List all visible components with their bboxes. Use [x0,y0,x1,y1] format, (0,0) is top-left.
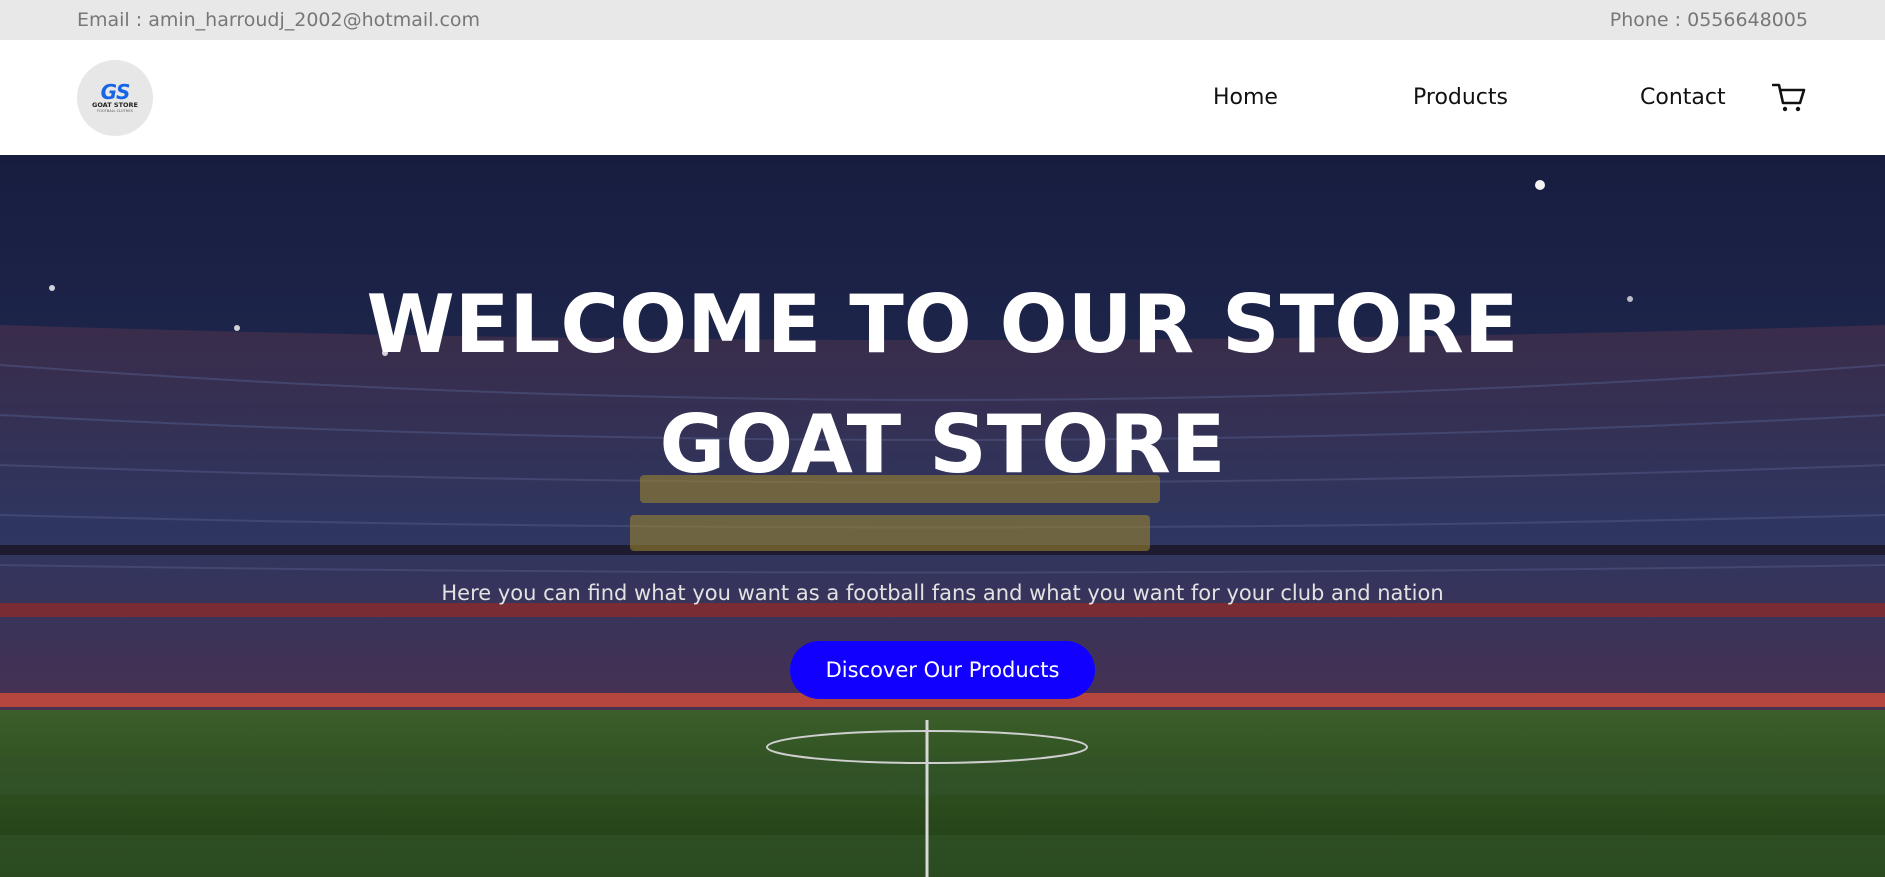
logo-mark: GS [100,79,131,104]
stadium-background [0,155,1885,877]
store-logo[interactable]: GS GOAT STORE FOOTBALL CLOTHES [77,59,153,136]
contact-email: Email : amin_harroudj_2002@hotmail.com [77,9,481,31]
hero-subtitle: Here you can find what you want as a foo… [441,581,1444,605]
cart-icon[interactable] [1772,82,1806,112]
nav-products[interactable]: Products [1413,85,1508,110]
hero-section: WELCOME TO OUR STORE GOAT STORE Here you… [0,155,1885,877]
top-info-bar: Email : amin_harroudj_2002@hotmail.com P… [0,0,1885,40]
main-navbar: GS GOAT STORE FOOTBALL CLOTHES Home Prod… [0,40,1885,155]
hero-title-line2: GOAT STORE [659,398,1226,491]
hero-title-line1: WELCOME TO OUR STORE [366,278,1519,371]
logo-tagline: FOOTBALL CLOTHES [97,108,133,113]
nav-home[interactable]: Home [1213,85,1278,110]
discover-products-button[interactable]: Discover Our Products [790,641,1095,699]
contact-phone: Phone : 0556648005 [1609,9,1808,31]
nav-contact[interactable]: Contact [1640,85,1726,110]
